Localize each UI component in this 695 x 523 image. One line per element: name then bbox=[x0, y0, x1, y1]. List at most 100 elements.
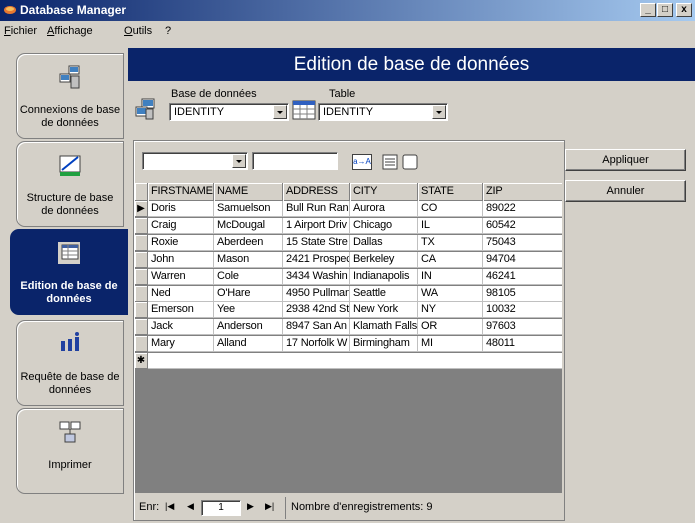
table-cell-firstname[interactable]: Mary bbox=[148, 336, 214, 353]
table-cell-firstname[interactable]: Warren bbox=[148, 268, 214, 285]
menu-help[interactable]: ? bbox=[165, 25, 171, 37]
table-cell-name[interactable]: Yee bbox=[214, 302, 283, 319]
row-selector[interactable] bbox=[135, 251, 148, 268]
table-cell-state[interactable]: TX bbox=[418, 234, 483, 251]
table-cell-state[interactable]: OR bbox=[418, 319, 483, 336]
column-header[interactable]: CITY bbox=[350, 183, 418, 201]
list-view-icon[interactable] bbox=[382, 154, 398, 170]
table-row[interactable]: ▶ Doris Samuelson Bull Run Ran Aurora CO 89022 bbox=[135, 201, 562, 217]
row-selector[interactable] bbox=[135, 285, 148, 302]
filter-field-select[interactable] bbox=[142, 152, 248, 170]
table-cell-address[interactable]: 15 State Stre bbox=[283, 234, 350, 251]
table-cell-city[interactable]: New York bbox=[350, 302, 418, 319]
table-cell-address[interactable]: 8947 San An bbox=[283, 319, 350, 336]
table-cell-city[interactable]: Seattle bbox=[350, 285, 418, 302]
table-cell-firstname[interactable]: Doris bbox=[148, 201, 214, 217]
sidebar-item-requete[interactable]: Requête de base de données bbox=[16, 320, 124, 406]
table-cell-state[interactable]: CA bbox=[418, 251, 483, 268]
table-cell-city[interactable]: Berkeley bbox=[350, 251, 418, 268]
table-cell-zip[interactable]: 46241 bbox=[483, 269, 562, 285]
cancel-button[interactable]: Annuler bbox=[565, 180, 686, 202]
table-row[interactable]: Mary Alland 17 Norfolk W Birmingham MI 48011 bbox=[135, 336, 562, 353]
table-cell-address[interactable]: 3434 Washin bbox=[283, 268, 350, 285]
table-cell-address[interactable]: 2421 Prospec bbox=[283, 251, 350, 268]
row-selector[interactable] bbox=[135, 319, 148, 336]
column-header[interactable]: FIRSTNAME bbox=[148, 183, 214, 201]
table-cell-state[interactable]: NY bbox=[418, 302, 483, 319]
row-selector[interactable] bbox=[135, 336, 148, 353]
minimize-button[interactable]: _ bbox=[640, 3, 656, 17]
table-cell-name[interactable]: McDougal bbox=[214, 217, 283, 234]
column-header[interactable]: STATE bbox=[418, 183, 483, 201]
last-record-button[interactable]: ▶| bbox=[265, 501, 274, 512]
sort-button[interactable]: a→A bbox=[352, 154, 372, 170]
table-cell-zip[interactable]: 94704 bbox=[483, 252, 562, 268]
row-selector[interactable] bbox=[135, 268, 148, 285]
sidebar-item-connexions[interactable]: Connexions de base de données bbox=[16, 53, 124, 139]
table-cell-state[interactable]: IN bbox=[418, 268, 483, 285]
table-cell-name[interactable]: Cole bbox=[214, 268, 283, 285]
table-cell-firstname[interactable]: Emerson bbox=[148, 302, 214, 319]
column-header[interactable]: ZIP bbox=[483, 183, 562, 201]
database-select[interactable]: IDENTITY bbox=[169, 103, 289, 121]
table-cell-name[interactable]: Mason bbox=[214, 251, 283, 268]
table-cell-firstname[interactable]: Jack bbox=[148, 319, 214, 336]
table-cell-zip[interactable]: 97603 bbox=[483, 319, 562, 335]
table-cell-state[interactable]: CO bbox=[418, 201, 483, 217]
table-cell-zip[interactable]: 10032 bbox=[483, 302, 562, 318]
table-cell-address[interactable]: Bull Run Ran bbox=[283, 201, 350, 217]
current-record-input[interactable]: 1 bbox=[201, 500, 241, 516]
row-selector[interactable] bbox=[135, 234, 148, 251]
table-cell-city[interactable]: Indianapolis bbox=[350, 268, 418, 285]
table-row[interactable]: Jack Anderson 8947 San An Klamath Falls OR 97… bbox=[135, 319, 562, 336]
filter-input[interactable] bbox=[252, 152, 338, 170]
table-cell-address[interactable]: 1 Airport Driv bbox=[283, 217, 350, 234]
row-selector[interactable]: ▶ bbox=[135, 201, 148, 217]
table-row[interactable]: Ned O'Hare 4950 Pullman Seattle WA 98105 bbox=[135, 285, 562, 302]
table-cell-city[interactable]: Klamath Falls bbox=[350, 319, 418, 336]
menu-affichage[interactable]: Affichage bbox=[47, 25, 93, 37]
table-cell-zip[interactable]: 75043 bbox=[483, 235, 562, 251]
sidebar-item-edition[interactable]: Edition de base de données bbox=[10, 229, 128, 315]
column-header[interactable]: NAME bbox=[214, 183, 283, 201]
table-cell-firstname[interactable]: Ned bbox=[148, 285, 214, 302]
table-cell-firstname[interactable]: John bbox=[148, 251, 214, 268]
apply-button[interactable]: Appliquer bbox=[565, 149, 686, 171]
table-row[interactable]: Craig McDougal 1 Airport Driv Chicago IL 6054… bbox=[135, 217, 562, 234]
table-cell-name[interactable]: Anderson bbox=[214, 319, 283, 336]
chevron-down-icon[interactable] bbox=[232, 154, 246, 168]
table-cell-name[interactable]: Samuelson bbox=[214, 201, 283, 217]
previous-record-button[interactable]: ◀ bbox=[187, 501, 194, 512]
sidebar-item-imprimer[interactable]: Imprimer bbox=[16, 408, 124, 494]
table-cell-state[interactable]: MI bbox=[418, 336, 483, 353]
row-selector[interactable] bbox=[135, 302, 148, 319]
table-row[interactable]: Roxie Aberdeen 15 State Stre Dallas TX 75043 bbox=[135, 234, 562, 251]
table-row[interactable]: John Mason 2421 Prospec Berkeley CA 94704 bbox=[135, 251, 562, 268]
table-cell-name[interactable]: O'Hare bbox=[214, 285, 283, 302]
table-cell-state[interactable]: WA bbox=[418, 285, 483, 302]
table-cell-zip[interactable]: 89022 bbox=[483, 201, 562, 217]
table-cell-city[interactable]: Chicago bbox=[350, 217, 418, 234]
table-cell-city[interactable]: Birmingham bbox=[350, 336, 418, 353]
first-record-button[interactable]: |◀ bbox=[165, 501, 174, 512]
menu-fichier[interactable]: Fichier bbox=[4, 25, 37, 37]
chevron-down-icon[interactable] bbox=[432, 105, 446, 119]
checkbox-icon[interactable] bbox=[402, 154, 418, 170]
table-cell-firstname[interactable]: Roxie bbox=[148, 234, 214, 251]
table-cell-zip[interactable]: 60542 bbox=[483, 218, 562, 234]
table-cell-city[interactable]: Aurora bbox=[350, 201, 418, 217]
table-cell-address[interactable]: 4950 Pullman bbox=[283, 285, 350, 302]
table-cell-city[interactable]: Dallas bbox=[350, 234, 418, 251]
table-cell-address[interactable]: 17 Norfolk W bbox=[283, 336, 350, 353]
row-selector[interactable] bbox=[135, 217, 148, 234]
sidebar-item-structure[interactable]: Structure de base de données bbox=[16, 141, 124, 227]
table-cell-firstname[interactable]: Craig bbox=[148, 217, 214, 234]
table-row[interactable]: Emerson Yee 2938 42nd Str New York NY 10032 bbox=[135, 302, 562, 319]
next-record-button[interactable]: ▶ bbox=[247, 501, 254, 512]
menu-outils[interactable]: Outils bbox=[124, 25, 152, 37]
table-select[interactable]: IDENTITY bbox=[318, 103, 448, 121]
table-cell-zip[interactable]: 98105 bbox=[483, 286, 562, 302]
maximize-button[interactable]: □ bbox=[657, 3, 673, 17]
column-header[interactable]: ADDRESS bbox=[283, 183, 350, 201]
new-row[interactable]: ✱ bbox=[135, 353, 562, 369]
